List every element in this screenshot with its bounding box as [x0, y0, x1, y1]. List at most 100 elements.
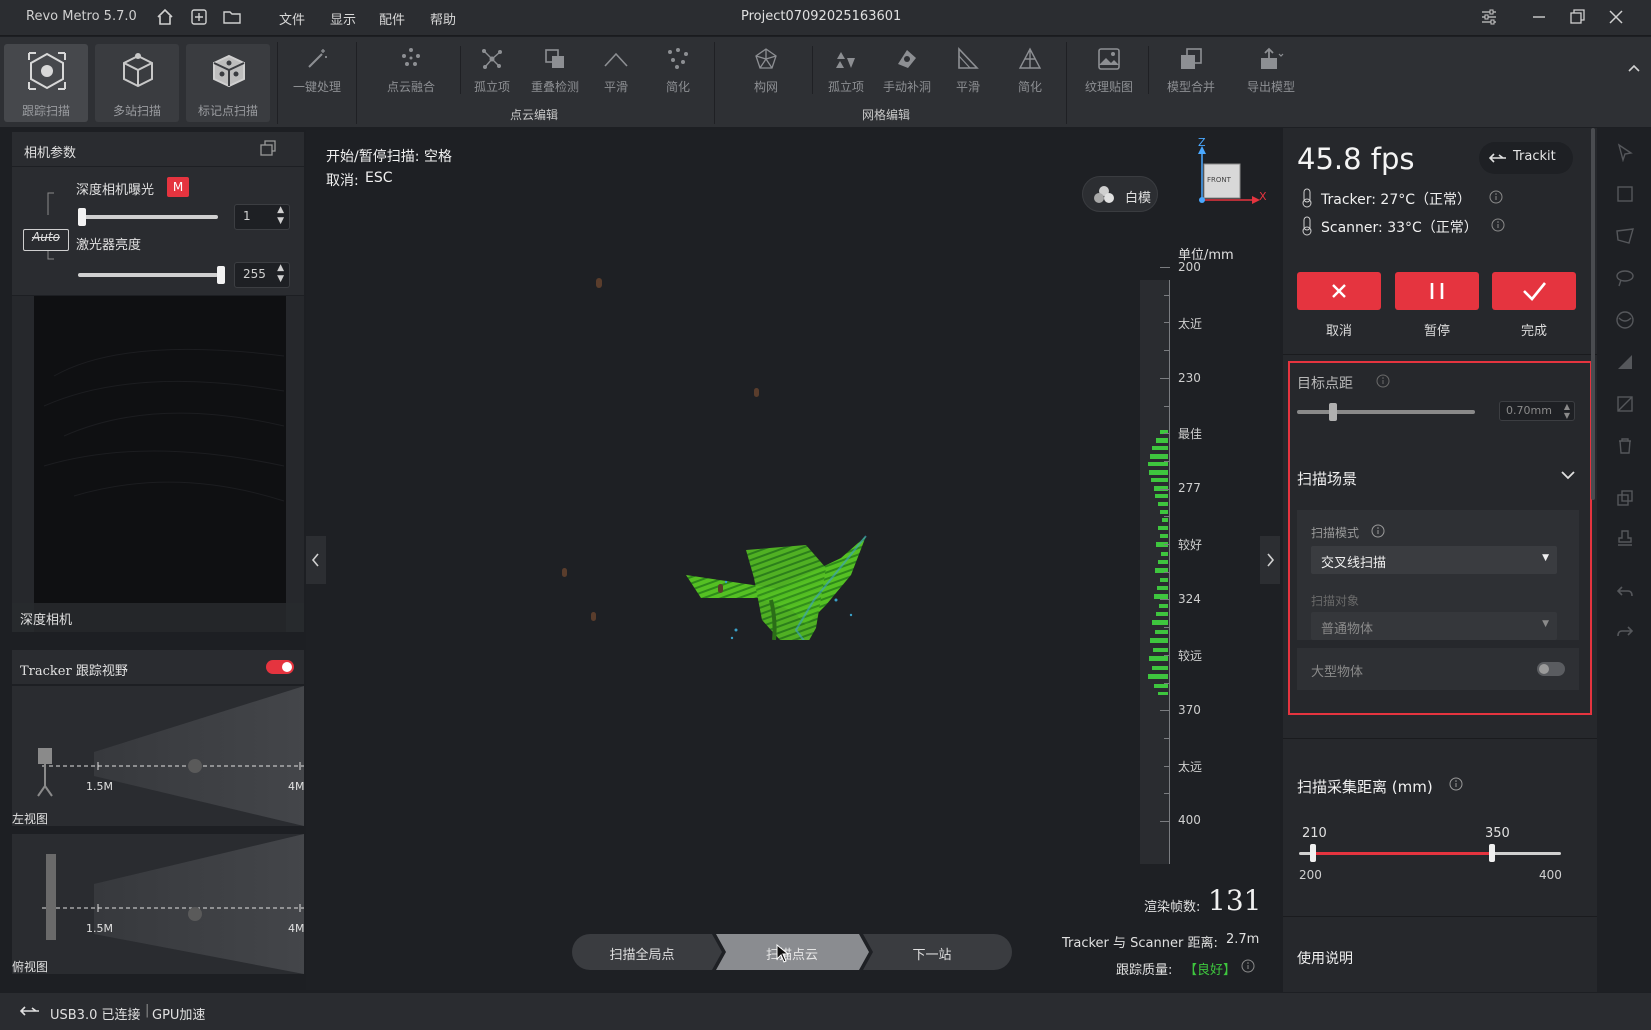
brush-select-icon[interactable] [1615, 310, 1635, 330]
menu-file[interactable]: 文件 [279, 9, 305, 28]
menu-help[interactable]: 帮助 [430, 9, 456, 28]
collapse-right-panel-button[interactable] [1260, 536, 1280, 584]
mesh-build-button[interactable]: 构网 [746, 44, 786, 96]
distance-info-icon[interactable] [1449, 777, 1463, 791]
scan-mode-select[interactable]: 交叉线扫描 ▼ [1311, 546, 1557, 574]
undo-icon[interactable] [1615, 582, 1635, 602]
delete-icon[interactable] [1615, 436, 1635, 456]
multi-station-scan-button[interactable]: 多站扫描 [95, 44, 179, 122]
spacing-info-icon[interactable] [1376, 374, 1390, 388]
ruler-tick [1160, 821, 1170, 822]
scan-object-label: 扫描对象 [1311, 594, 1360, 608]
mesh-simplify-button[interactable]: 简化 [1010, 44, 1050, 96]
large-object-toggle[interactable] [1537, 662, 1565, 676]
tracker-info-icon[interactable] [1489, 190, 1503, 204]
detach-panel-icon[interactable] [258, 138, 278, 162]
spacing-slider[interactable] [1297, 410, 1475, 414]
pc-simplify-button[interactable]: 简化 [658, 44, 698, 96]
tracking-scan-button[interactable]: 跟踪扫描 [4, 44, 88, 122]
close-icon[interactable] [1607, 8, 1625, 30]
chevron-down-icon[interactable] [1559, 468, 1577, 482]
manual-fill-hole-button[interactable]: 手动补洞 [878, 44, 936, 96]
exposure-value: 1 [243, 209, 251, 223]
manual-mode-badge[interactable]: M [167, 177, 189, 197]
texture-map-button[interactable]: 纹理贴图 [1080, 44, 1138, 96]
collapse-left-panel-button[interactable] [306, 536, 326, 584]
menu-display[interactable]: 显示 [330, 9, 356, 28]
mesh-isolated-button[interactable]: 孤立项 [822, 44, 870, 96]
collapse-toolbar-icon[interactable] [1626, 62, 1642, 78]
export-model-label: 导出模型 [1246, 80, 1295, 94]
step-scan-point-cloud[interactable]: 扫描点云 [722, 944, 862, 963]
export-model-button[interactable]: 导出模型 [1242, 44, 1300, 96]
exposure-spinbox[interactable]: 1 ▲ ▼ [234, 204, 290, 230]
app-title: Revo Metro 5.7.0 [26, 9, 137, 24]
ruler-tick [1164, 627, 1170, 629]
title-bar: Revo Metro 5.7.0 文件 显示 配件 帮助 Project0709… [0, 0, 1651, 36]
lasso-select-icon[interactable] [1615, 268, 1635, 288]
tracking-scan-label: 跟踪扫描 [21, 104, 70, 118]
ruler-tick [1164, 654, 1170, 656]
settings-sliders-icon[interactable] [1480, 8, 1498, 30]
overlap-detection-icon [545, 49, 564, 68]
scan-object-select[interactable]: 普通物体 ▼ [1311, 612, 1557, 640]
noise-point [562, 568, 567, 577]
invert-select-icon[interactable] [1615, 394, 1635, 414]
mesh-simplify-label: 简化 [1017, 80, 1042, 94]
ruler-tick [1160, 267, 1170, 268]
distance-low-knob[interactable] [1310, 844, 1316, 862]
polygon-select-icon[interactable] [1615, 226, 1635, 246]
pause-scan-button[interactable] [1395, 272, 1479, 310]
select-cursor-icon[interactable] [1615, 142, 1635, 162]
tracker-view-toggle[interactable] [266, 660, 294, 674]
redo-icon[interactable] [1615, 622, 1635, 642]
rect-select-icon[interactable] [1615, 184, 1635, 204]
ruler-tick [1164, 294, 1170, 296]
user-manual-link[interactable]: 使用说明 [1297, 948, 1353, 968]
model-merge-button[interactable]: 模型合并 [1162, 44, 1220, 96]
plane-cut-icon[interactable] [1615, 352, 1635, 372]
laser-spinbox[interactable]: 255 ▲ ▼ [234, 262, 290, 288]
marker-scan-button[interactable]: 标记点扫描 [186, 44, 270, 122]
mesh-smooth-button[interactable]: 平滑 [948, 44, 988, 96]
scan-mode-info-icon[interactable] [1371, 524, 1385, 538]
step-next-station[interactable]: 下一站 [872, 944, 992, 963]
exposure-slider[interactable] [78, 215, 218, 219]
menu-accessories[interactable]: 配件 [379, 9, 405, 28]
stamp-icon[interactable] [1615, 528, 1635, 548]
minimize-icon[interactable] [1530, 8, 1548, 30]
restore-icon[interactable] [1568, 8, 1586, 30]
pc-smooth-button[interactable]: 平滑 [596, 44, 636, 96]
large-object-label: 大型物体 [1311, 665, 1364, 680]
trackit-button[interactable]: Trackit [1479, 142, 1573, 174]
auto-exposure-toggle[interactable]: Auto [23, 229, 69, 251]
ruler-tick [1164, 737, 1170, 739]
3d-viewport[interactable]: 开始/暂停扫描: 空格 取消: ESC 白模 Z X FRONT 单位/mm 2… [306, 130, 1280, 990]
new-project-icon[interactable] [189, 7, 209, 31]
spacing-slider-knob[interactable] [1328, 403, 1337, 421]
scanner-info-icon[interactable] [1491, 218, 1505, 232]
laser-value: 255 [243, 267, 266, 281]
cancel-scan-button[interactable] [1297, 272, 1381, 310]
pointcloud-fusion-button[interactable]: 点云融合 [378, 44, 444, 96]
step-scan-global-points[interactable]: 扫描全局点 [572, 944, 712, 963]
white-model-button[interactable]: 白模 [1082, 176, 1158, 212]
right-panel-scrollbar[interactable] [1591, 128, 1595, 500]
duplicate-icon[interactable] [1615, 488, 1635, 508]
noise-point [718, 584, 723, 593]
laser-slider[interactable] [78, 273, 218, 277]
spacing-spinbox[interactable]: 0.70mm ▲ ▼ [1499, 401, 1575, 421]
exposure-slider-knob[interactable] [78, 208, 86, 226]
laser-slider-knob[interactable] [217, 266, 225, 284]
finish-scan-button[interactable] [1492, 272, 1576, 310]
model-merge-label: 模型合并 [1166, 80, 1215, 94]
home-icon[interactable] [155, 7, 175, 31]
overlap-detection-button[interactable]: 重叠检测 [526, 44, 584, 96]
open-folder-icon[interactable] [222, 7, 242, 31]
distance-high-knob[interactable] [1489, 844, 1495, 862]
pc-isolated-button[interactable]: 孤立项 [468, 44, 516, 96]
toolbar-divider [812, 46, 813, 94]
one-click-process-button[interactable]: 一键处理 [288, 44, 346, 96]
quality-info-icon[interactable] [1241, 959, 1255, 977]
mesh-smooth-label: 平滑 [955, 80, 980, 94]
